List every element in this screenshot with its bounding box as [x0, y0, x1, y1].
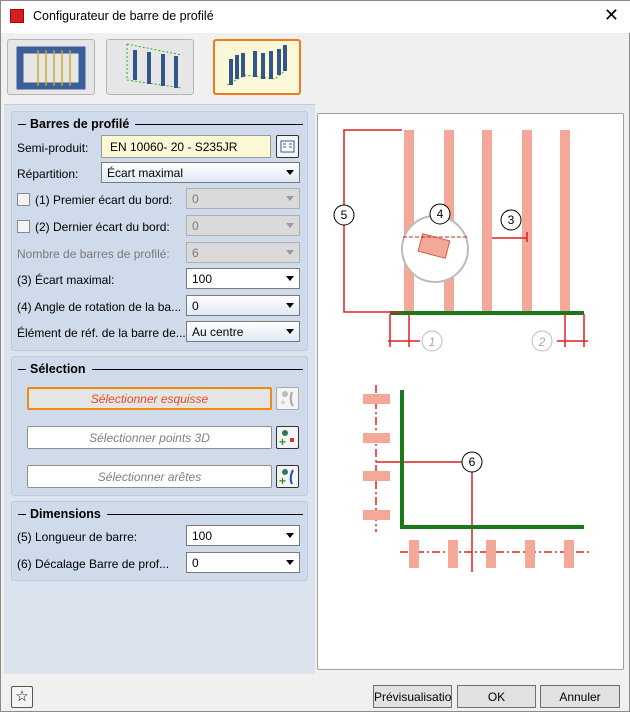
- chevron-down-icon: [286, 276, 294, 281]
- select-3d-points-button[interactable]: Sélectionner points 3D: [27, 426, 272, 449]
- chevron-down-icon: [286, 303, 294, 308]
- catalog-button[interactable]: [276, 135, 299, 158]
- svg-text:+: +: [279, 474, 286, 487]
- offset-select[interactable]: 0: [186, 552, 300, 573]
- label-4: 4: [437, 207, 444, 221]
- favorites-button[interactable]: ☆: [11, 686, 33, 708]
- label-2: 2: [538, 335, 546, 349]
- base-l-shape: [400, 390, 584, 529]
- group-heading: Sélection: [30, 362, 86, 376]
- count-select[interactable]: 6: [186, 242, 300, 263]
- chevron-down-icon: [286, 250, 294, 255]
- max-gap-label: (3) Écart maximal:: [17, 273, 115, 287]
- semi-product-label: Semi-produit:: [17, 141, 89, 155]
- first-edge-select[interactable]: 0: [186, 188, 300, 209]
- diagram-svg: 5 4 3 1 2 6: [333, 129, 592, 572]
- semi-product-field[interactable]: EN 10060- 20 - S235JR: [101, 135, 271, 158]
- catalog-icon: [280, 140, 295, 153]
- bars-on-edge-icon: [226, 45, 288, 86]
- select-edges-button[interactable]: Sélectionner arêtes: [27, 465, 272, 488]
- label-1: 1: [429, 335, 436, 349]
- last-edge-checkbox[interactable]: [17, 220, 30, 233]
- bar-length-label: (5) Longueur de barre:: [17, 530, 138, 544]
- reference-label: Élément de réf. de la barre de...: [17, 326, 186, 340]
- cancel-button[interactable]: Annuler: [540, 685, 620, 708]
- mode-tab-bars-on-edge[interactable]: [213, 39, 301, 95]
- first-edge-checkbox[interactable]: [17, 193, 30, 206]
- preview-diagram: 5 4 3 1 2 6: [317, 113, 624, 670]
- label-6: 6: [469, 455, 476, 469]
- reference-value: Au centre: [192, 325, 244, 339]
- chevron-down-icon: [286, 196, 294, 201]
- chevron-down-icon: [286, 329, 294, 334]
- group-heading: Barres de profilé: [30, 117, 130, 131]
- count-label: Nombre de barres de profilé:: [17, 247, 170, 261]
- bars-between-lines-icon: [126, 43, 183, 89]
- window-title: Configurateur de barre de profilé: [33, 9, 214, 23]
- reference-select[interactable]: Au centre: [186, 321, 300, 342]
- frame-infill-icon: [16, 46, 86, 90]
- max-gap-select[interactable]: 100: [186, 268, 300, 289]
- title-bar: Configurateur de barre de profilé ✕: [1, 1, 630, 33]
- distribution-label: Répartition:: [17, 167, 79, 181]
- svg-text:+: +: [280, 398, 286, 409]
- chevron-down-icon: [286, 560, 294, 565]
- bar-length-value: 100: [192, 529, 213, 543]
- first-edge-label: (1) Premier écart du bord:: [35, 193, 173, 207]
- group-heading: Dimensions: [30, 507, 101, 521]
- last-edge-select[interactable]: 0: [186, 215, 300, 236]
- pick-points-icon: +: [279, 430, 294, 449]
- distribution-value: Écart maximal: [107, 166, 184, 180]
- app-icon: [10, 9, 24, 23]
- count-value: 6: [192, 246, 199, 260]
- sketch-pick-button[interactable]: +: [276, 387, 299, 410]
- offset-value: 0: [192, 556, 199, 570]
- svg-text:+: +: [279, 435, 286, 448]
- dimension-lines: [343, 129, 592, 572]
- last-edge-value: 0: [192, 219, 199, 233]
- distribution-select[interactable]: Écart maximal: [101, 162, 300, 183]
- offset-label: (6) Décalage Barre de prof...: [17, 557, 170, 571]
- close-icon[interactable]: ✕: [604, 5, 619, 26]
- select-sketch-button[interactable]: Sélectionner esquisse: [27, 387, 272, 410]
- bar-length-select[interactable]: 100: [186, 525, 300, 546]
- pick-edges-icon: +: [279, 469, 294, 488]
- chevron-down-icon: [286, 170, 294, 175]
- mode-tab-bars-between-lines[interactable]: [106, 39, 194, 95]
- rotation-value: 0: [192, 299, 199, 313]
- pick-curve-icon: +: [280, 391, 294, 409]
- chevron-down-icon: [286, 223, 294, 228]
- star-icon: ☆: [15, 688, 29, 705]
- mode-tab-frame-infill[interactable]: [7, 39, 95, 95]
- last-edge-label: (2) Dernier écart du bord:: [35, 220, 170, 234]
- max-gap-value: 100: [192, 272, 213, 286]
- chevron-down-icon: [286, 533, 294, 538]
- edges-pick-button[interactable]: +: [276, 465, 299, 488]
- ok-button[interactable]: OK: [457, 685, 536, 708]
- label-5: 5: [341, 208, 348, 222]
- rotation-select[interactable]: 0: [186, 295, 300, 316]
- preview-button[interactable]: Prévisualisatio: [373, 685, 452, 708]
- label-3: 3: [508, 213, 515, 227]
- rotation-label: (4) Angle de rotation de la ba...: [17, 300, 182, 314]
- first-edge-value: 0: [192, 192, 199, 206]
- section-bars: [363, 394, 574, 568]
- points-pick-button[interactable]: +: [276, 426, 299, 449]
